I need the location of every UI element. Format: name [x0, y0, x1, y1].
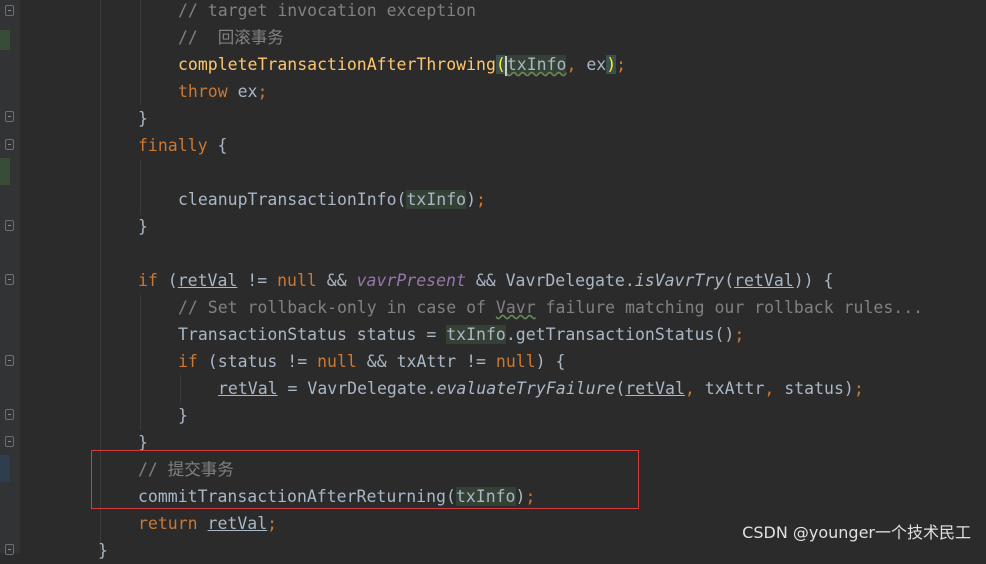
code-line: if (status != null && txAttr != null) { [0, 348, 565, 375]
punctuation: ; [616, 55, 627, 74]
code-line: completeTransactionAfterThrowing(txInfo,… [0, 51, 626, 78]
operator: && [316, 271, 357, 290]
class-ref: && VavrDelegate. [465, 271, 635, 290]
identifier: txAttr [704, 379, 765, 398]
keyword: if [178, 352, 198, 371]
static-method: isVavrTry [634, 271, 725, 290]
code-line: } [0, 213, 148, 240]
operator: && txAttr != [356, 352, 496, 371]
paren: ) [466, 190, 477, 209]
identifier: txInfo [506, 55, 567, 74]
code-line: if (retVal != null && vavrPresent && Vav… [0, 267, 833, 294]
keyword: finally [138, 136, 208, 155]
identifier: retVal [625, 379, 685, 398]
punctuation: , [566, 55, 587, 74]
identifier: retVal [218, 379, 278, 398]
keyword: return [138, 514, 198, 533]
paren: ( [615, 379, 626, 398]
paren: ) [843, 379, 854, 398]
code-line: } [0, 105, 148, 132]
code-line: } [0, 537, 108, 564]
punctuation: ; [267, 514, 278, 533]
punctuation: ; [853, 379, 864, 398]
code-line: cleanupTransactionInfo(txInfo); [0, 186, 486, 213]
brace: } [138, 217, 148, 236]
punctuation: ; [476, 190, 486, 209]
punctuation: ; [734, 325, 745, 344]
code-line: // Set rollback-only in case of Vavr fai… [0, 294, 923, 321]
paren: ( [724, 271, 735, 290]
paren: ( [396, 190, 407, 209]
code-line: // target invocation exception [0, 0, 476, 24]
code-line: // 回滚事务 [0, 24, 284, 51]
method-call: cleanupTransactionInfo [178, 190, 397, 209]
keyword: null [317, 352, 357, 371]
comment: // Set rollback-only in case of [178, 298, 496, 317]
identifier: txInfo [406, 190, 467, 209]
keyword: null [277, 271, 317, 290]
brace: } [98, 541, 108, 560]
comment: Vavr [495, 298, 536, 317]
code-line: finally { [0, 132, 227, 159]
matched-paren: ) [606, 55, 617, 74]
paren: ( [157, 271, 178, 290]
brace: } [138, 109, 148, 128]
identifier: ex [586, 55, 607, 74]
brace: } [178, 406, 188, 425]
operator: != [237, 271, 278, 290]
comment: // target invocation exception [178, 1, 477, 20]
static-field: vavrPresent [356, 271, 466, 290]
identifier: status [784, 379, 844, 398]
brace: { [207, 136, 228, 155]
method-name: completeTransactionAfterThrowing [178, 55, 496, 74]
code-line: retVal = VavrDelegate.evaluateTryFailure… [0, 375, 864, 402]
keyword: throw [178, 82, 228, 101]
identifier: retVal [177, 271, 238, 290]
punctuation: , [684, 379, 705, 398]
code-line: throw ex; [0, 78, 267, 105]
punctuation: ; [257, 82, 268, 101]
keyword: null [495, 352, 536, 371]
keyword: if [138, 271, 158, 290]
vcs-change-marker [0, 158, 10, 185]
identifier: ex [227, 82, 258, 101]
class-ref: = VavrDelegate. [277, 379, 437, 398]
highlight-box [91, 450, 639, 509]
paren: )) { [793, 271, 834, 290]
static-method: evaluateTryFailure [436, 379, 616, 398]
code-line: } [0, 402, 188, 429]
code-line: TransactionStatus status = txInfo.getTra… [0, 321, 744, 348]
punctuation: , [764, 379, 785, 398]
brace: ) { [535, 352, 566, 371]
declaration: TransactionStatus status = [178, 325, 447, 344]
comment: // 回滚事务 [178, 28, 284, 47]
watermark: CSDN @younger一个技术民工 [742, 523, 971, 542]
comment: failure matching our rollback rules... [535, 298, 924, 317]
code-line: return retVal; [0, 510, 277, 537]
method-call: .getTransactionStatus() [505, 325, 735, 344]
operator: (status != [197, 352, 318, 371]
identifier: retVal [207, 514, 268, 533]
identifier: txInfo [446, 325, 506, 344]
identifier: retVal [734, 271, 794, 290]
